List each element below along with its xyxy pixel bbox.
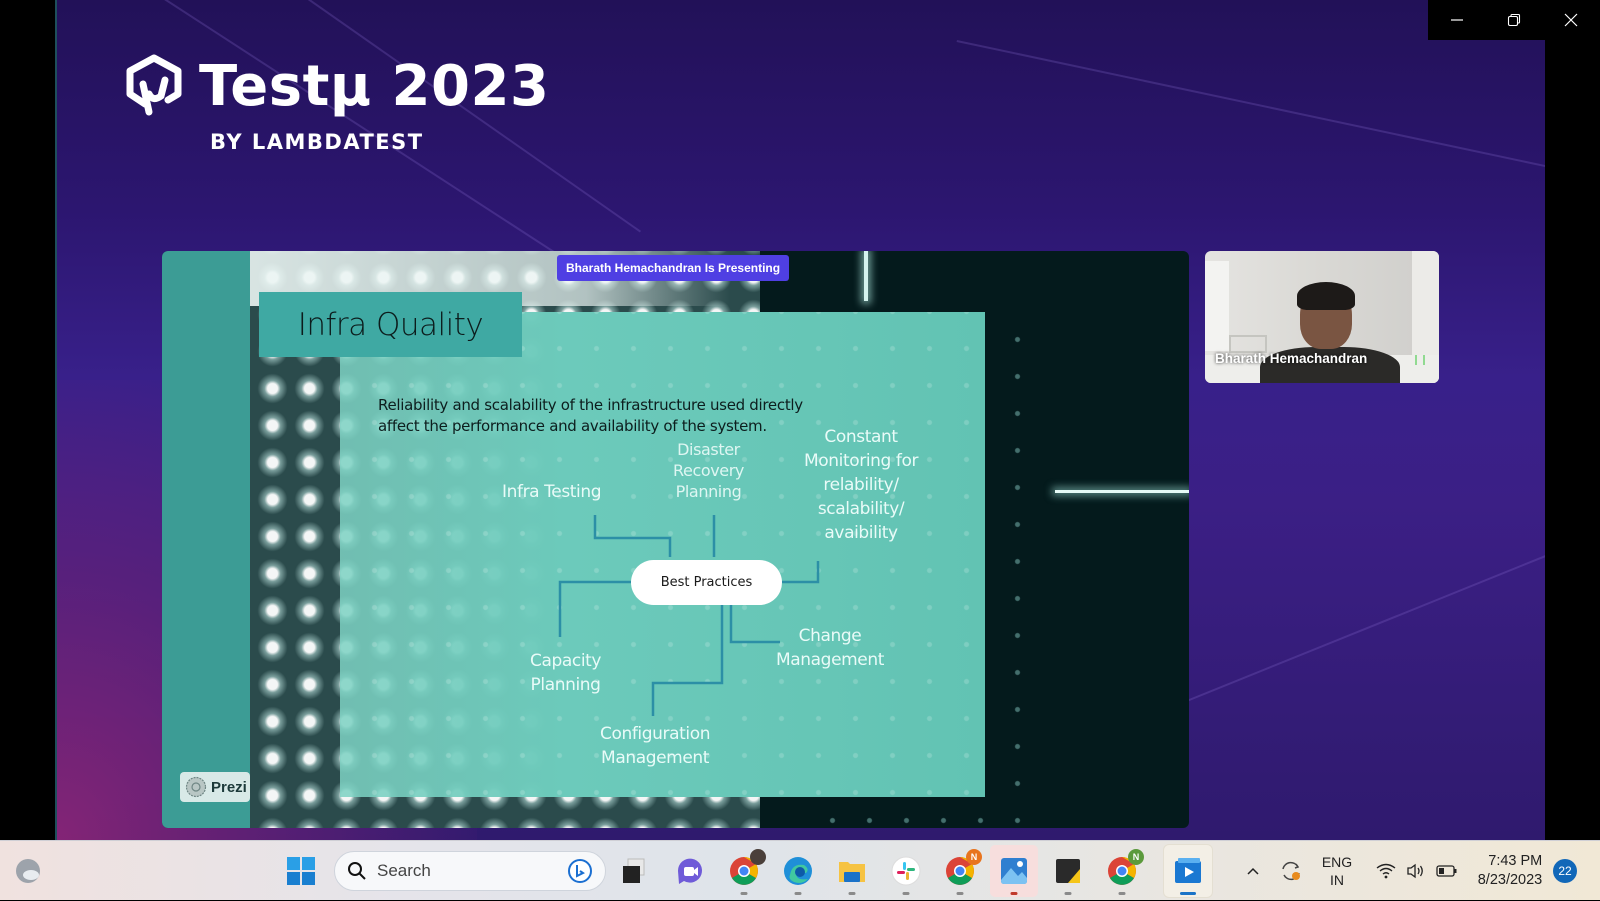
- weather-icon: [16, 859, 40, 883]
- slack-icon: [891, 856, 921, 886]
- taskbar: N N ENG IN 7:43 PM: [0, 840, 1600, 900]
- taskbar-weather[interactable]: [4, 841, 52, 901]
- taskbar-chrome-3[interactable]: N: [1098, 841, 1146, 901]
- taskbar-photos[interactable]: [990, 845, 1038, 897]
- connector-configuration-management: [651, 605, 724, 716]
- presentation-slide: Infra Quality Reliability and scalabilit…: [162, 251, 1189, 828]
- close-button[interactable]: [1542, 0, 1599, 40]
- wifi-icon: [1376, 863, 1396, 879]
- participant-name: Bharath Hemachandran: [1215, 351, 1368, 366]
- volume-icon: [1407, 863, 1423, 879]
- tray-sync[interactable]: [1276, 841, 1306, 901]
- close-icon: [1564, 13, 1577, 27]
- taskbar-video-call[interactable]: [666, 841, 714, 901]
- sticky-notes-icon: [1056, 859, 1080, 883]
- taskbar-search[interactable]: [334, 851, 606, 891]
- battery-icon: [1436, 865, 1457, 877]
- taskbar-sticky-notes[interactable]: [1044, 841, 1092, 901]
- language-code: ENG: [1321, 854, 1353, 870]
- node-disaster-recovery: Disaster Recovery Planning: [673, 440, 744, 501]
- search-icon: [348, 862, 366, 880]
- participant-video-tile[interactable]: Bharath Hemachandran: [1205, 251, 1439, 383]
- presenting-badge: Bharath Hemachandran Is Presenting: [557, 255, 790, 281]
- node-change-management: Change Management: [776, 626, 884, 670]
- taskbar-chrome-2[interactable]: N: [936, 841, 984, 901]
- connector-change-management: [729, 605, 780, 644]
- node-infra-testing: Infra Testing: [502, 482, 602, 502]
- edge-icon: [784, 857, 812, 885]
- connector-constant-monitoring: [782, 561, 820, 584]
- window-controls: [1428, 0, 1600, 40]
- testmu-logo-icon: [126, 54, 182, 116]
- windows-start-icon: [287, 857, 315, 885]
- decorative-line: [956, 40, 1545, 171]
- search-input[interactable]: [377, 861, 557, 881]
- quick-settings[interactable]: [1372, 841, 1462, 901]
- taskbar-slack[interactable]: [882, 841, 930, 901]
- region-code: IN: [1330, 872, 1344, 888]
- clock-date: 8/23/2023: [1477, 872, 1543, 888]
- tray-overflow-button[interactable]: [1240, 841, 1266, 901]
- prezi-label: Prezi: [211, 778, 247, 796]
- audio-level-icon: [1415, 355, 1425, 365]
- video-call-icon: [677, 858, 702, 884]
- prezi-logo-icon: [185, 776, 207, 798]
- notification-count-badge[interactable]: 22: [1553, 859, 1577, 883]
- connector-capacity-planning: [558, 580, 631, 637]
- clock[interactable]: 7:43 PM 8/23/2023: [1470, 841, 1550, 901]
- taskbar-edge[interactable]: [774, 841, 822, 901]
- restore-button[interactable]: [1485, 0, 1542, 40]
- node-capacity-planning: Capacity Planning: [530, 651, 602, 695]
- restore-icon: [1507, 13, 1520, 27]
- profile-avatar-icon: [750, 849, 766, 865]
- screen: Testμ 2023 BY LAMBDATEST Infra Quality R…: [0, 0, 1600, 840]
- best-practices-node[interactable]: Best Practices: [631, 560, 782, 605]
- sync-icon: [1282, 861, 1300, 881]
- start-button[interactable]: [277, 841, 325, 901]
- media-player-icon: [1175, 858, 1201, 883]
- prezi-watermark[interactable]: Prezi: [180, 772, 250, 802]
- profile-badge: N: [1128, 849, 1144, 865]
- node-configuration-management: Configuration Management: [600, 724, 711, 768]
- taskbar-file-explorer[interactable]: [828, 841, 876, 901]
- task-view-icon: [623, 858, 645, 883]
- minimize-button[interactable]: [1428, 0, 1485, 40]
- minimize-icon: [1450, 19, 1463, 21]
- event-title: Testμ 2023: [199, 54, 550, 119]
- taskbar-chrome-1[interactable]: [720, 841, 768, 901]
- taskbar-task-view[interactable]: [610, 841, 658, 901]
- taskbar-media-player[interactable]: [1164, 845, 1212, 897]
- folder-icon: [839, 862, 865, 882]
- node-constant-monitoring: Constant Monitoring for relability/ scal…: [804, 427, 919, 543]
- chevron-up-icon: [1247, 867, 1259, 875]
- language-indicator[interactable]: ENG IN: [1312, 841, 1362, 901]
- decorative-line: [1137, 525, 1545, 722]
- bing-icon[interactable]: [567, 858, 593, 884]
- connector-infra-testing: [593, 515, 672, 557]
- clock-time: 7:43 PM: [1488, 853, 1543, 869]
- profile-badge: N: [966, 849, 982, 865]
- event-subtitle: BY LAMBDATEST: [210, 130, 424, 154]
- photos-icon: [1001, 858, 1027, 884]
